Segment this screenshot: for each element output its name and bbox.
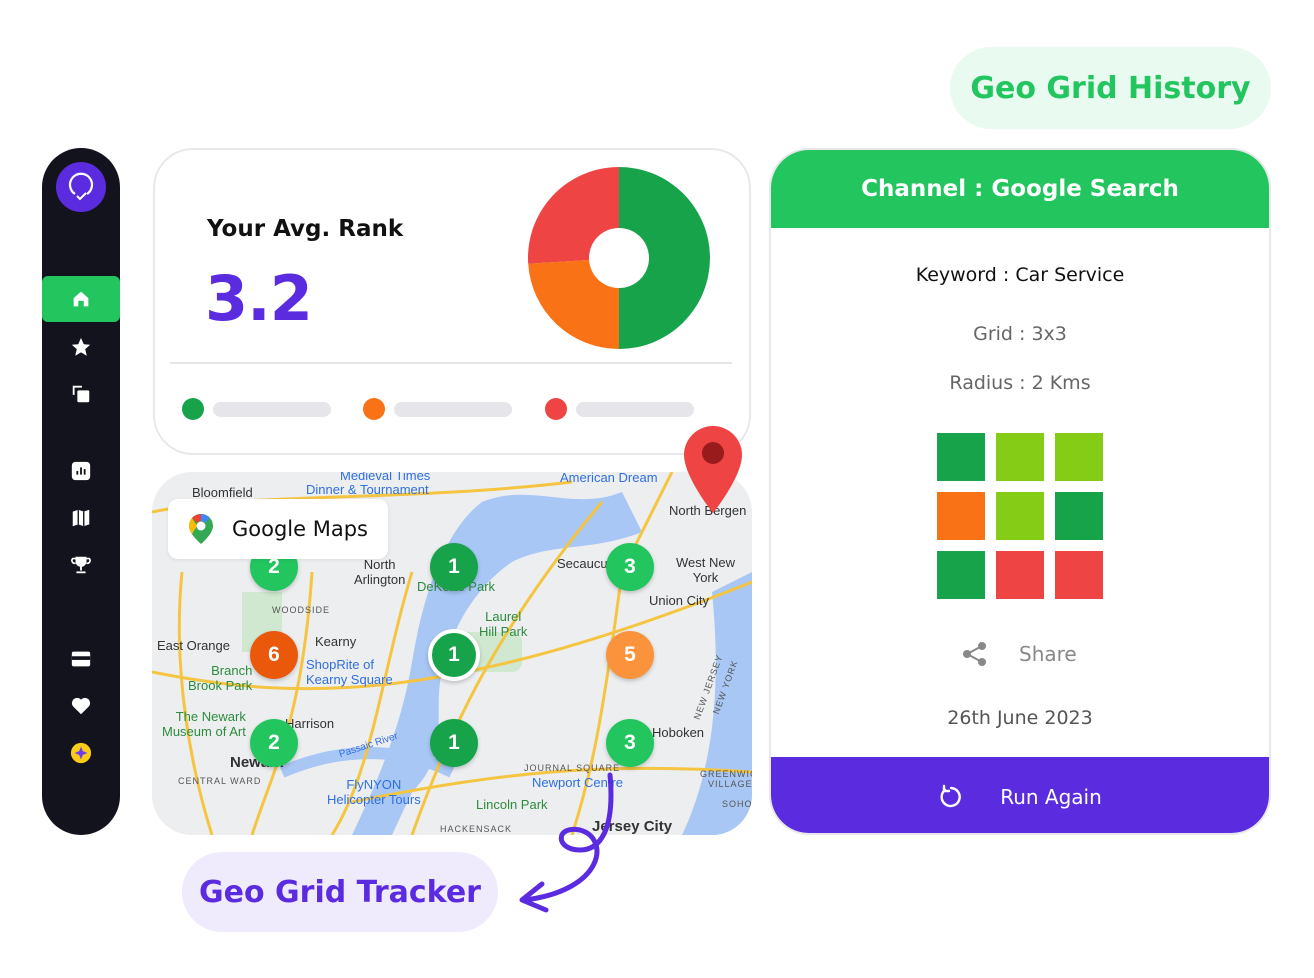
avg-rank-title: Your Avg. Rank — [207, 216, 404, 242]
grid-cell — [1055, 551, 1103, 599]
map-label: WOODSIDE — [272, 605, 331, 615]
sidebar-item-favorites-heart[interactable] — [42, 683, 120, 729]
geo-grid-heatmap — [937, 433, 1103, 599]
keyword-label: Keyword : Car Service — [915, 264, 1125, 286]
rank-pin[interactable]: 1 — [428, 629, 480, 681]
share-label: Share — [1019, 642, 1077, 666]
rank-pin[interactable]: 5 — [606, 631, 654, 679]
map-label: Laurel Hill Park — [479, 609, 528, 639]
sidebar — [42, 148, 120, 835]
rank-pin[interactable]: 1 — [430, 719, 478, 767]
run-again-button[interactable]: Run Again — [771, 757, 1269, 833]
grid-cell — [996, 551, 1044, 599]
rank-pin[interactable]: 3 — [606, 719, 654, 767]
copy-icon — [72, 385, 90, 403]
map-label: HACKENSACK — [440, 824, 513, 834]
map-label: Union City — [649, 593, 709, 608]
legend-bar-placeholder — [576, 402, 694, 417]
location-check-icon — [68, 172, 94, 201]
logo[interactable] — [56, 162, 106, 212]
map-label: West New York — [676, 555, 735, 585]
rank-pin[interactable]: 2 — [250, 719, 298, 767]
rank-distribution-donut-chart — [528, 167, 710, 349]
rank-pin[interactable]: 1 — [430, 543, 478, 591]
trophy-icon — [71, 556, 91, 574]
grid-cell — [1055, 492, 1103, 540]
sparkle-icon — [70, 742, 92, 764]
google-maps-label: Google Maps — [232, 517, 368, 541]
sidebar-item-map[interactable] — [42, 495, 120, 541]
report-date: 26th June 2023 — [947, 707, 1093, 729]
credit-card-icon — [71, 651, 91, 667]
rank-pin[interactable]: 3 — [606, 543, 654, 591]
sidebar-item-home[interactable] — [42, 276, 120, 322]
run-again-label: Run Again — [1000, 785, 1102, 809]
curved-arrow-icon — [519, 772, 614, 913]
sidebar-item-billing[interactable] — [42, 636, 120, 682]
star-icon — [71, 337, 91, 356]
grid-cell — [996, 433, 1044, 481]
sidebar-item-favorites[interactable] — [42, 324, 120, 370]
geo-grid-tracker-badge: Geo Grid Tracker — [182, 852, 498, 932]
channel-header: Channel : Google Search — [771, 150, 1269, 228]
map-view[interactable]: Medieval Times Dinner & Tournament Ameri… — [152, 472, 752, 835]
grid-cell — [937, 551, 985, 599]
avg-rank-value: 3.2 — [205, 262, 313, 335]
sidebar-item-leaderboard[interactable] — [42, 542, 120, 588]
map-label: Kearny — [315, 634, 357, 649]
map-label: American Dream — [560, 472, 658, 485]
map-label: The Newark Museum of Art — [162, 709, 246, 739]
sidebar-item-reports[interactable] — [42, 448, 120, 494]
channel-card: Channel : Google Search Keyword : Car Se… — [769, 148, 1271, 835]
grid-cell — [996, 492, 1044, 540]
legend-dot-red — [545, 398, 567, 420]
map-label: FlyNYON Helicopter Tours — [327, 777, 421, 807]
location-pin-icon — [684, 426, 742, 513]
map-label: Branch Brook Park — [188, 663, 253, 693]
legend-bar-placeholder — [394, 402, 512, 417]
legend-bar-placeholder — [213, 402, 331, 417]
share-icon — [963, 642, 986, 666]
google-maps-badge: Google Maps — [168, 499, 388, 559]
bar-chart-icon — [71, 461, 91, 481]
map-label: GREENWICH — [700, 769, 752, 779]
refresh-icon — [940, 784, 962, 808]
sidebar-item-copy[interactable] — [42, 371, 120, 417]
map-label: ShopRite of Kearny Square — [306, 657, 393, 687]
map-label: North Arlington — [354, 557, 406, 587]
geo-grid-history-badge: Geo Grid History — [950, 47, 1271, 129]
grid-cell — [937, 492, 985, 540]
radius-label: Radius : 2 Kms — [949, 372, 1091, 394]
map-icon — [72, 509, 90, 527]
legend-dot-orange — [363, 398, 385, 420]
legend-dot-green — [182, 398, 204, 420]
map-label: VILLAGE — [708, 779, 752, 789]
sidebar-item-premium[interactable] — [42, 730, 120, 776]
avg-rank-card: Your Avg. Rank 3.2 — [153, 148, 751, 455]
map-label: Bloomfield — [192, 485, 253, 500]
map-label: Hoboken — [652, 725, 705, 740]
grid-size-label: Grid : 3x3 — [973, 323, 1067, 345]
donut-hole — [589, 228, 649, 288]
heart-icon — [71, 697, 91, 715]
map-label: CENTRAL WARD — [178, 776, 262, 786]
map-label: East Orange — [157, 638, 230, 653]
map-label: Dinner & Tournament — [306, 482, 429, 497]
map-label: SOHO — [722, 799, 752, 809]
home-icon — [73, 291, 89, 307]
rank-pin[interactable]: 6 — [250, 631, 298, 679]
share-button[interactable]: Share — [961, 640, 1077, 668]
divider — [170, 362, 732, 364]
google-maps-pin-icon — [188, 513, 213, 544]
grid-cell — [1055, 433, 1103, 481]
grid-cell — [937, 433, 985, 481]
